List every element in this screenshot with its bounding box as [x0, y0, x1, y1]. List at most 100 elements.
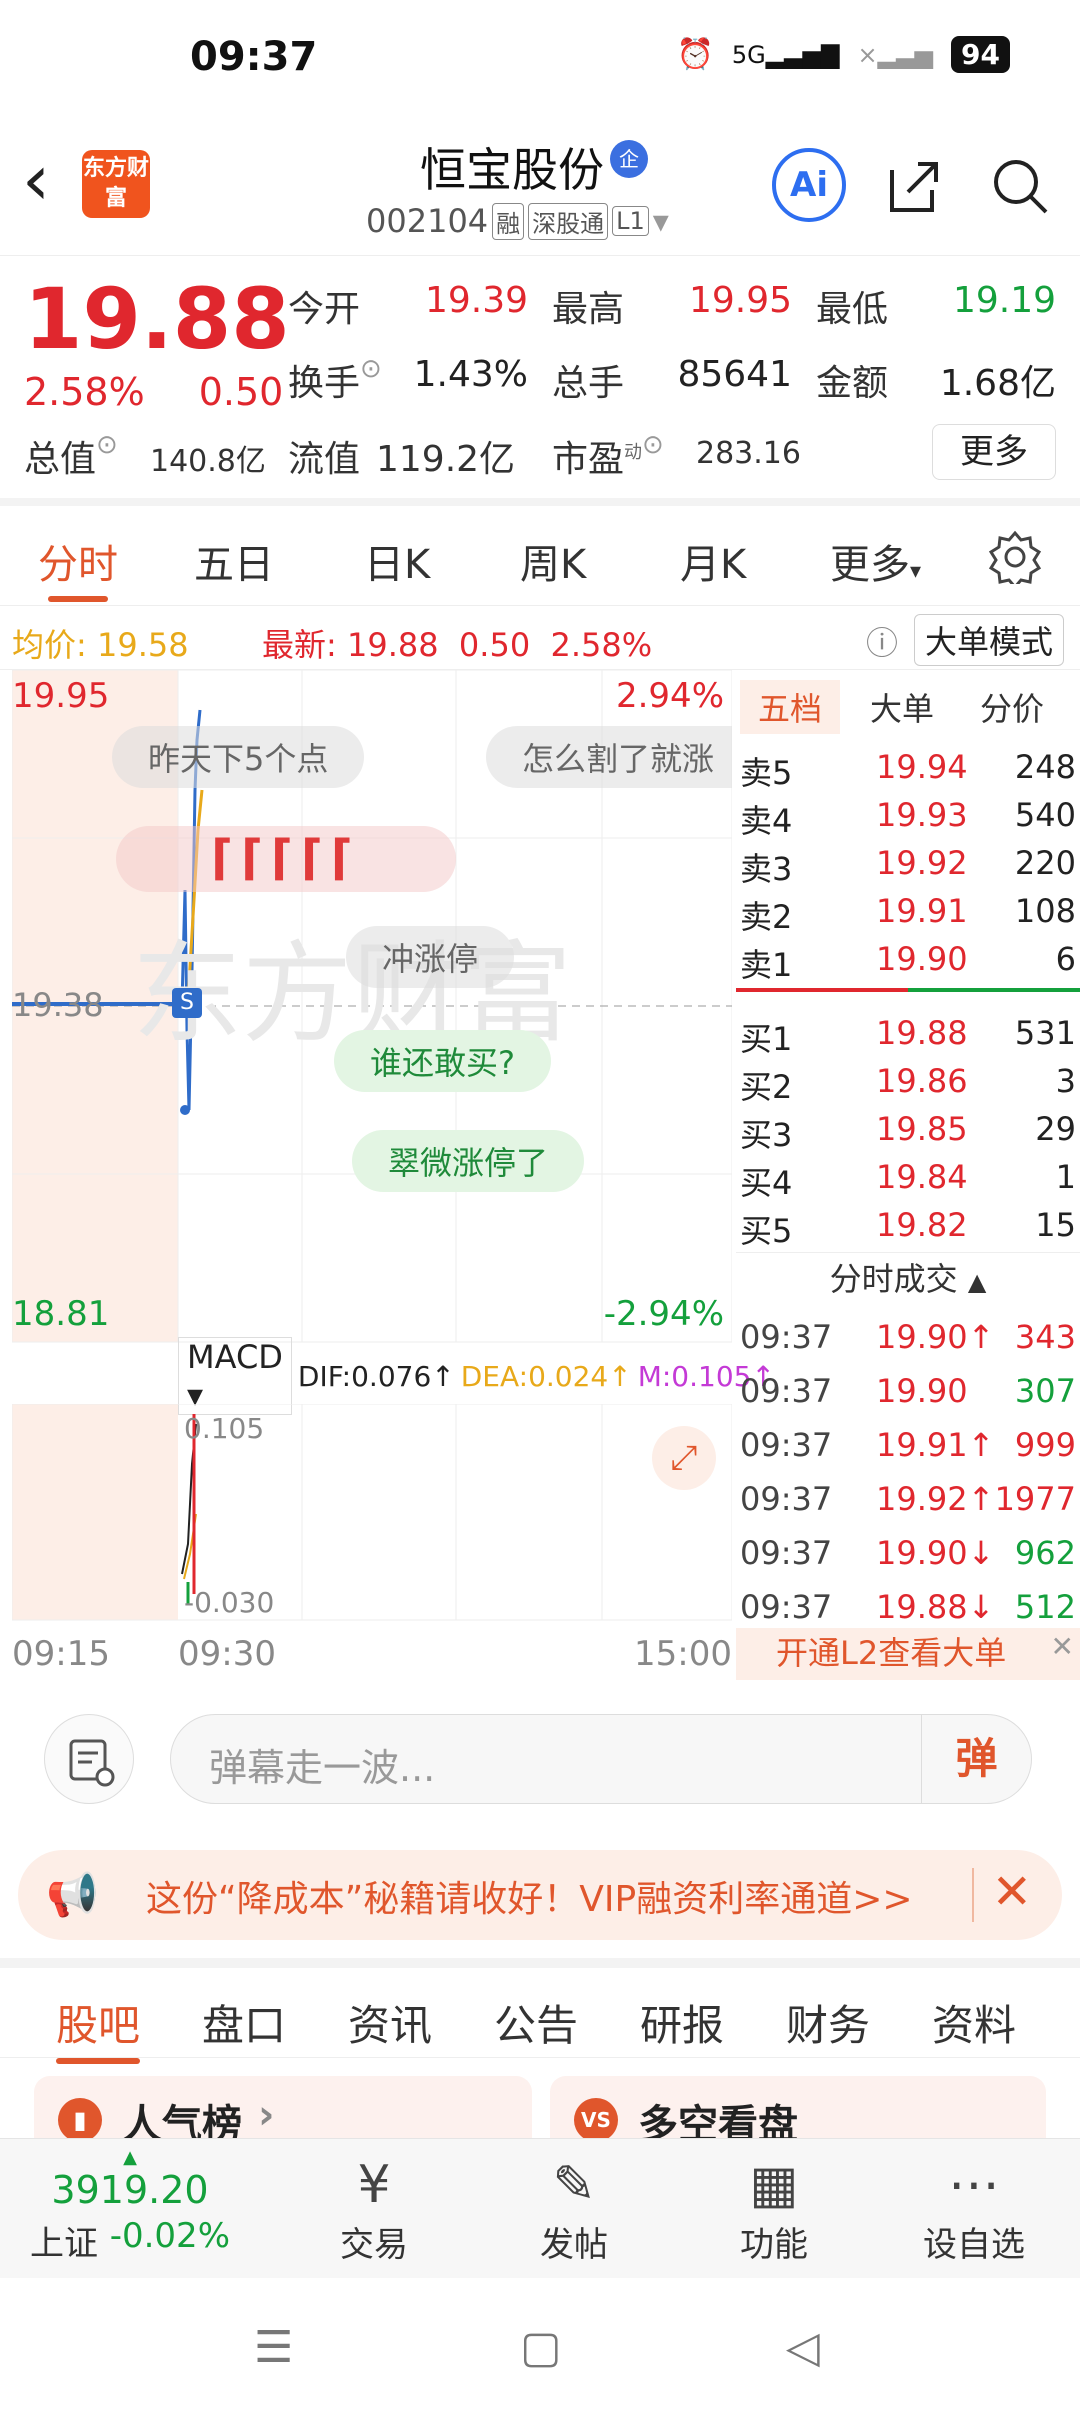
- share-icon[interactable]: [884, 156, 944, 216]
- tab-weekly-k[interactable]: 周K: [520, 532, 586, 590]
- promo-text[interactable]: 这份“降成本”秘籍请收好！VIP融资利率通道>>: [146, 1870, 913, 1922]
- avg-price-bar: 均价: 19.58 最新: 19.88 0.50 2.58% ⓘ 大单模式: [0, 606, 1080, 670]
- pe-label: 市盈动⊙: [552, 430, 664, 480]
- s-marker-icon[interactable]: S: [172, 988, 202, 1018]
- expand-icon[interactable]: ⤢: [652, 1426, 716, 1490]
- yuan-icon: ¥: [357, 2155, 391, 2215]
- danmaku-settings-icon[interactable]: [44, 1714, 134, 1804]
- gear-icon[interactable]: [988, 530, 1042, 584]
- tab-price-dist[interactable]: 分价: [980, 684, 1044, 730]
- tab-big-orders[interactable]: 大单: [870, 684, 934, 730]
- close-icon[interactable]: ✕: [1051, 1622, 1074, 1672]
- high-value: 19.95: [688, 280, 792, 321]
- stock-header: ‹ 东方财富 恒宝股份企 002104 融 深股通 L1 ▾ Ai: [0, 120, 1080, 256]
- bid-row: 买3 19.85 29: [740, 1110, 1076, 1154]
- stock-code-line[interactable]: 002104 融 深股通 L1 ▾: [366, 202, 669, 240]
- trades-list: 09:37 19.90↑ 343 09:37 19.90 307 09:37 19.91↑…: [736, 1308, 1080, 1632]
- order-book: 五档 大单 分价 卖5 19.94 248 卖4 19.93 540 卖3 19.92 22…: [736, 670, 1080, 1680]
- ask-row: 卖1 19.90 6: [740, 940, 1076, 984]
- trade-row: 09:37 19.91↑ 999: [740, 1426, 1076, 1464]
- big-order-mode-button[interactable]: 大单模式: [914, 614, 1065, 666]
- community-tabs: 股吧 盘口 资讯 公告 研报 财务 资料: [0, 1958, 1080, 2064]
- more-quote-button[interactable]: 更多: [932, 424, 1056, 480]
- tab-daily-k[interactable]: 日K: [364, 532, 430, 590]
- menu-icon[interactable]: ☰: [254, 2322, 293, 2373]
- send-danmaku-button[interactable]: 弹: [921, 1715, 1031, 1803]
- low-value: 19.19: [952, 280, 1056, 321]
- trade-row: 09:37 19.90↑ 343: [740, 1318, 1076, 1356]
- index-value: 3919.20: [51, 2168, 209, 2212]
- tab-news[interactable]: 资讯: [348, 1992, 432, 2053]
- stock-name: 恒宝股份企: [420, 134, 648, 200]
- open-value: 19.39: [424, 280, 528, 321]
- grid-icon: ▦: [749, 2155, 799, 2215]
- promo-banner[interactable]: 📢 这份“降成本”秘籍请收好！VIP融资利率通道>> ✕: [18, 1850, 1062, 1940]
- volume-label: 总手: [552, 363, 625, 404]
- quote-panel: 19.88 2.58% 0.50 今开 19.39 最高 19.95 最低 19…: [0, 256, 1080, 506]
- tab-more[interactable]: 更多▾: [830, 532, 921, 590]
- home-icon[interactable]: ▢: [520, 2322, 562, 2373]
- macd-dif: DIF:0.076↑: [297, 1359, 455, 1393]
- danmaku-bubble: 翠微涨停了: [352, 1130, 585, 1192]
- functions-button[interactable]: ▦ 功能: [694, 2153, 854, 2266]
- change-value: 0.50: [198, 370, 284, 414]
- tab-research[interactable]: 研报: [640, 1992, 724, 2053]
- trade-button[interactable]: ¥ 交易: [294, 2153, 454, 2266]
- trades-header[interactable]: 分时成交 ▲: [736, 1252, 1080, 1308]
- axis-top-pct: 2.94%: [615, 676, 724, 716]
- tab-five-levels[interactable]: 五档: [740, 680, 841, 734]
- tab-pankou[interactable]: 盘口: [202, 1992, 286, 2053]
- axis-bottom-pct: -2.94%: [603, 1294, 724, 1334]
- enterprise-badge: 企: [610, 140, 648, 178]
- pe-value: 283.16: [696, 436, 801, 471]
- time-axis-start: 09:15: [12, 1634, 110, 1674]
- macd-panel[interactable]: MACD ▾ DIF:0.076↑ DEA:0.024↑ M:0.105↑ 0.…: [12, 1337, 775, 1680]
- danmaku-input[interactable]: 弹幕走一波... 弹: [170, 1714, 1032, 1804]
- ask-row: 卖4 19.93 540: [740, 796, 1076, 840]
- tab-five-day[interactable]: 五日: [194, 532, 274, 590]
- trade-row: 09:37 19.92↑ 1977: [740, 1480, 1076, 1518]
- chart-icon: ▮: [58, 2098, 102, 2138]
- float-cap-label: 流值: [288, 439, 361, 480]
- index-quote[interactable]: ▲ 3919.20 上证 -0.02%: [30, 2147, 230, 2265]
- chart-tabs: 分时 五日 日K 周K 月K 更多▾: [0, 506, 1080, 606]
- current-price: 19.88: [24, 270, 290, 368]
- caret-up-icon: ▲: [967, 1268, 987, 1296]
- tab-guba[interactable]: 股吧: [56, 1992, 141, 2064]
- back-icon[interactable]: ‹: [22, 145, 50, 215]
- high-label: 最高: [552, 289, 625, 330]
- avg-price: 均价: 19.58: [12, 626, 189, 664]
- long-short-card[interactable]: VS 多空看盘: [550, 2076, 1046, 2138]
- tab-monthly-k[interactable]: 月K: [680, 532, 746, 590]
- status-icons: ⏰ 5G▂▃▅▇ ×▂▃▅ 94: [676, 36, 1010, 73]
- post-button[interactable]: ✎ 发帖: [494, 2153, 654, 2266]
- macd-header: MACD ▾ DIF:0.076↑ DEA:0.024↑ M:0.105↑: [178, 1337, 775, 1415]
- alarm-icon: ⏰: [676, 37, 714, 72]
- macd-axis-top: 0.105: [184, 1412, 265, 1445]
- index-name: 上证: [30, 2224, 98, 2264]
- tab-finance[interactable]: 财务: [786, 1992, 870, 2053]
- status-time: 09:37: [190, 34, 318, 80]
- l2-banner[interactable]: 开通L2查看大单 ✕: [736, 1628, 1080, 1680]
- close-promo-icon[interactable]: ✕: [992, 1864, 1032, 1920]
- time-axis-open: 09:30: [178, 1634, 276, 1674]
- ask-row: 卖2 19.91 108: [740, 892, 1076, 936]
- add-watchlist-button[interactable]: ⋯ 设自选: [894, 2153, 1054, 2266]
- ai-button[interactable]: Ai: [772, 148, 846, 222]
- help-icon[interactable]: ⓘ: [866, 618, 898, 664]
- bid-ask-divider: [736, 988, 1080, 992]
- price-change: 2.58% 0.50: [24, 370, 283, 414]
- megaphone-icon: 📢: [46, 1870, 99, 1919]
- feature-cards: ▮ 人气榜 › VS 多空看盘: [0, 2058, 1080, 2138]
- tab-profile[interactable]: 资料: [932, 1992, 1016, 2053]
- app-logo[interactable]: 东方财富: [82, 150, 150, 218]
- tag-connect: 深股通: [528, 202, 609, 240]
- search-icon[interactable]: [990, 156, 1050, 216]
- intraday-chart[interactable]: 东方财富 19.95 2.94% 19.38 18.81 -2.94% S 昨天…: [11, 669, 733, 1350]
- axis-bottom-price: 18.81: [12, 1294, 110, 1334]
- popularity-card[interactable]: ▮ 人气榜 ›: [34, 2076, 532, 2138]
- back-nav-icon[interactable]: ◁: [786, 2322, 820, 2373]
- info-icon: ⊙: [642, 430, 664, 460]
- tab-intraday[interactable]: 分时: [38, 532, 118, 602]
- tab-announcements[interactable]: 公告: [494, 1992, 578, 2053]
